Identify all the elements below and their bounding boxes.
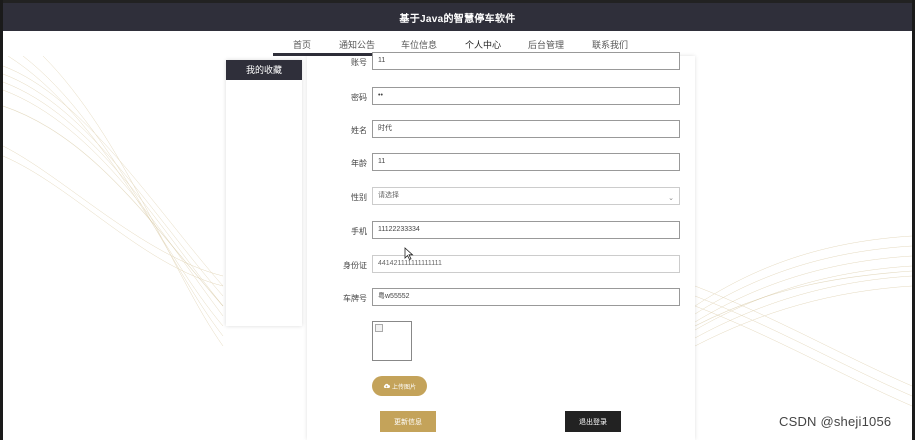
broken-image-icon	[375, 324, 383, 332]
name-label: 姓名	[351, 126, 367, 135]
logout-button[interactable]: 退出登录	[565, 411, 621, 432]
account-label: 账号	[351, 58, 367, 67]
profile-form: 账号 11 密码 •• 姓名 时代 年龄 11 性别 请选择 ⌄ 手机 1112…	[307, 52, 695, 440]
upload-image-button[interactable]: 上传图片	[372, 376, 427, 396]
age-label: 年龄	[351, 159, 367, 168]
form-row-age: 年龄 11	[307, 153, 695, 173]
form-row-gender: 性别 请选择 ⌄	[307, 187, 695, 207]
age-field[interactable]: 11	[372, 153, 680, 171]
account-field[interactable]: 11	[372, 52, 680, 70]
gender-label: 性别	[351, 193, 367, 202]
sidebar-item-favorites[interactable]: 我的收藏	[226, 60, 302, 80]
update-info-button[interactable]: 更新信息	[380, 411, 436, 432]
name-field[interactable]: 时代	[372, 120, 680, 138]
id-card-label: 身份证	[343, 261, 367, 270]
id-card-field[interactable]: 441421111111111111	[372, 255, 680, 273]
csdn-watermark: CSDN @sheji1056	[779, 414, 892, 429]
form-row-password: 密码 ••	[307, 87, 695, 107]
phone-label: 手机	[351, 227, 367, 236]
password-label: 密码	[351, 93, 367, 102]
cloud-upload-icon	[383, 383, 390, 388]
form-row-account: 账号 11	[307, 52, 695, 72]
site-title: 基于Java的智慧停车软件	[399, 13, 516, 25]
chevron-down-icon: ⌄	[668, 195, 674, 202]
phone-field[interactable]: 11122233334	[372, 221, 680, 239]
plate-field[interactable]: 粤w55552	[372, 288, 680, 306]
avatar-image-preview	[372, 321, 412, 361]
form-row-phone: 手机 11122233334	[307, 221, 695, 241]
form-row-plate: 车牌号 粤w55552	[307, 288, 695, 308]
upload-button-label: 上传图片	[391, 384, 416, 391]
site-title-bar: 基于Java的智慧停车软件	[3, 3, 912, 31]
mouse-pointer-icon	[404, 247, 414, 261]
password-field[interactable]: ••	[372, 87, 680, 105]
gender-select[interactable]: 请选择 ⌄	[372, 187, 680, 205]
gender-select-value: 请选择	[378, 192, 399, 199]
sidebar: 我的收藏	[226, 60, 302, 326]
plate-label: 车牌号	[343, 294, 367, 303]
form-row-name: 姓名 时代	[307, 120, 695, 140]
form-row-id-card: 身份证 441421111111111111	[307, 255, 695, 275]
